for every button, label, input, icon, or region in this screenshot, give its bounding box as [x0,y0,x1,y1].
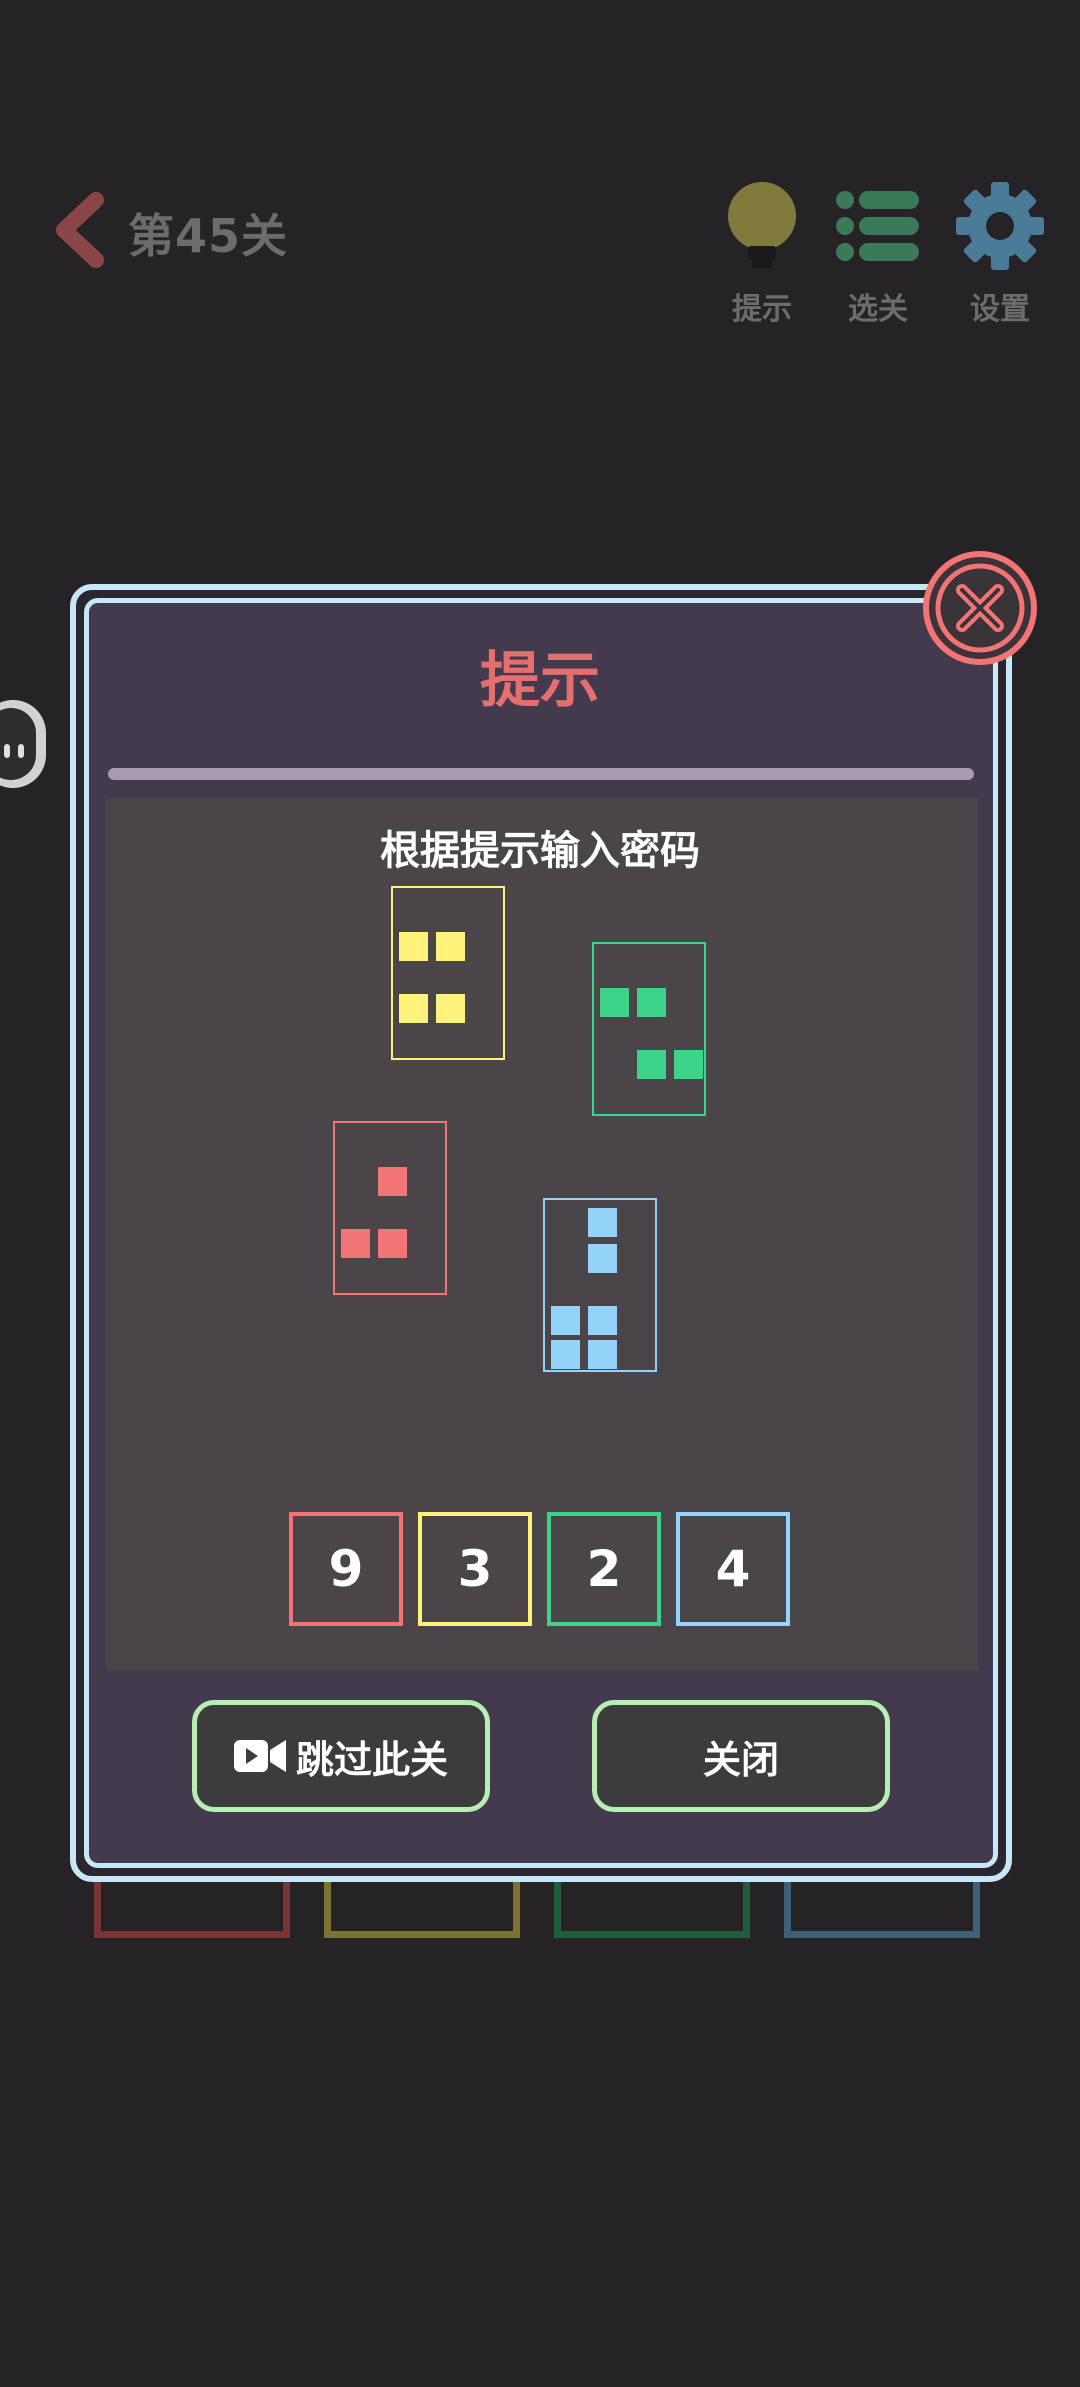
clue-square [637,1050,666,1079]
clue-square [588,1244,617,1273]
level-select-button[interactable]: 选关 [828,180,928,328]
eye [18,744,24,758]
eye [4,744,10,758]
clue-square [341,1229,370,1258]
list-icon [836,191,919,261]
clue-square [588,1208,617,1237]
clue-square [399,932,428,961]
dialog-title: 提示 [480,646,600,716]
close-label: 关闭 [702,1737,779,1782]
clue-square [600,988,629,1017]
clue-square [551,1306,580,1335]
code-digit-4: 4 [676,1512,790,1626]
code-digit-1: 9 [289,1512,403,1626]
clue-card-yellow [391,886,505,1060]
divider [108,768,974,780]
level-title: 第45关 [128,209,289,263]
clue-card-blue [543,1198,657,1372]
settings-button[interactable]: 设置 [950,180,1050,328]
close-icon[interactable] [922,550,1038,666]
gear-icon [956,182,1044,270]
clue-card-red [333,1121,447,1295]
code-digit-3: 2 [547,1512,661,1626]
clue-square [674,1050,703,1079]
clue-square [588,1340,617,1369]
clue-square [551,1340,580,1369]
clue-square [436,994,465,1023]
lightbulb-icon [728,182,796,268]
code-digit-2: 3 [418,1512,532,1626]
clue-square [399,994,428,1023]
clue-square [588,1306,617,1335]
clue-card-green [592,942,706,1116]
video-camera-icon [233,1740,286,1772]
skip-level-button[interactable]: 跳过此关 [192,1700,490,1812]
close-button[interactable]: 关闭 [592,1700,890,1812]
hint-button[interactable]: 提示 [712,180,812,328]
levels-label: 选关 [848,292,908,327]
hint-label: 提示 [732,292,792,327]
hint-panel [106,798,978,1670]
back-chevron-icon[interactable] [48,190,108,270]
clue-square [378,1167,407,1196]
clue-square [436,932,465,961]
skip-level-label: 跳过此关 [295,1737,448,1782]
instruction-text: 根据提示输入密码 [380,828,700,874]
clue-square [637,988,666,1017]
settings-label: 设置 [970,292,1030,327]
clue-square [378,1229,407,1258]
